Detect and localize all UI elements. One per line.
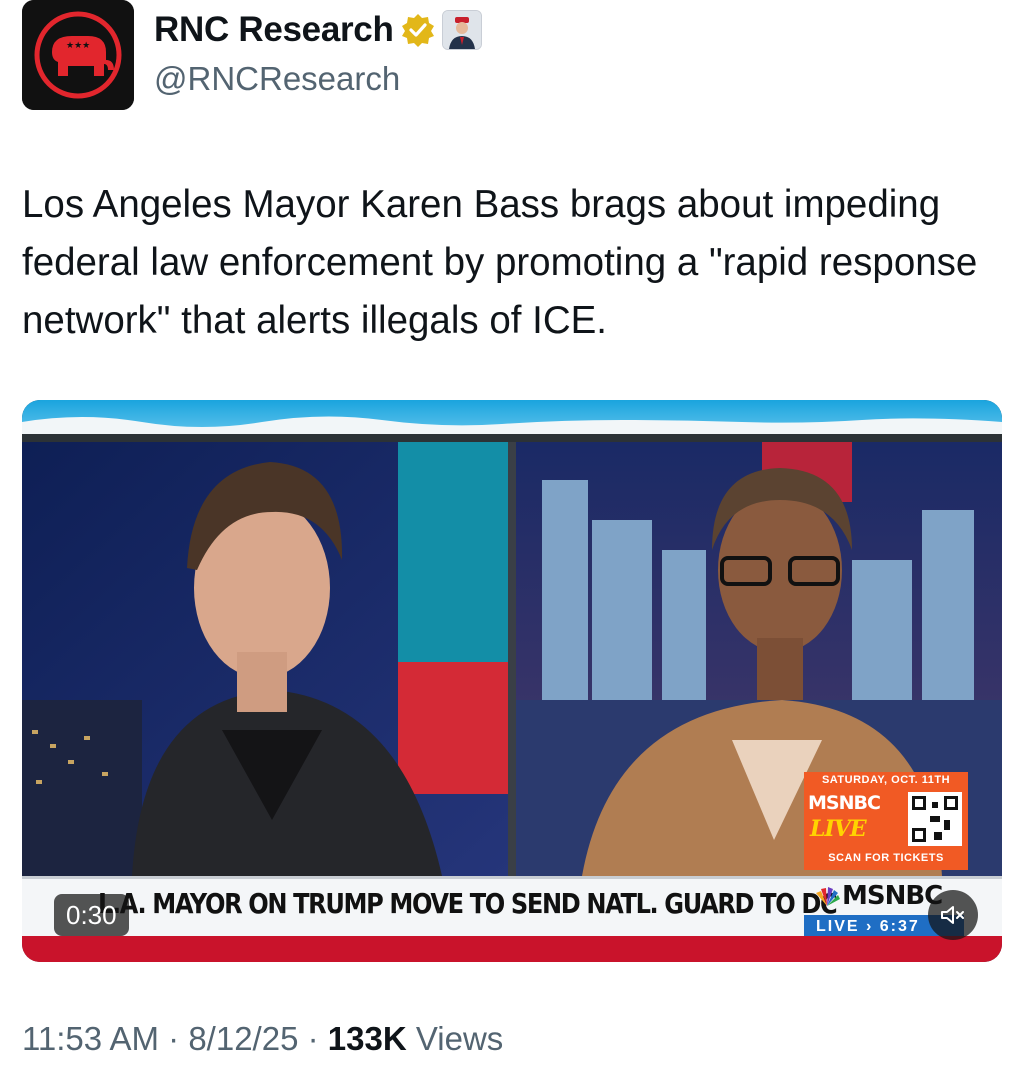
speaker-muted-icon bbox=[941, 906, 964, 924]
meta-separator: · bbox=[307, 1020, 328, 1057]
qr-code-icon bbox=[908, 792, 962, 846]
promo-date: SATURDAY, OCT. 11TH bbox=[821, 774, 951, 786]
network-logo: MSNBC bbox=[812, 881, 943, 911]
gop-elephant-logo-icon: ★★★ bbox=[22, 0, 134, 110]
peacock-icon bbox=[816, 887, 840, 906]
network-logo-text: MSNBC bbox=[842, 881, 943, 911]
promo-scan-text: SCAN FOR TICKETS bbox=[828, 852, 944, 864]
tweet-meta: 11:53 AM · 8/12/25 · 133K Views bbox=[22, 1020, 503, 1058]
tweet-date[interactable]: 8/12/25 bbox=[188, 1020, 298, 1057]
tweet-text: Los Angeles Mayor Karen Bass brags about… bbox=[22, 183, 978, 342]
promo-brand: MSNBC bbox=[808, 792, 881, 814]
chyron-red-band bbox=[22, 936, 1002, 962]
author-handle[interactable]: @RNCResearch bbox=[154, 60, 400, 98]
views-count[interactable]: 133K bbox=[328, 1020, 407, 1057]
author-display-name[interactable]: RNC Research bbox=[154, 10, 394, 50]
verified-badge-icon[interactable] bbox=[400, 12, 436, 48]
affiliate-badge-icon[interactable] bbox=[441, 10, 482, 50]
chyron-headline: L.A. MAYOR ON TRUMP MOVE TO SEND NATL. G… bbox=[98, 887, 838, 920]
views-label: Views bbox=[415, 1020, 504, 1057]
meta-separator: · bbox=[168, 1020, 189, 1057]
mute-button[interactable] bbox=[928, 890, 978, 940]
video-timestamp: 0:30 bbox=[54, 894, 129, 936]
svg-text:★★★: ★★★ bbox=[66, 41, 90, 51]
promo-live-text: LIVE bbox=[810, 816, 867, 842]
chyron-bar: L.A. MAYOR ON TRUMP MOVE TO SEND NATL. G… bbox=[22, 876, 1002, 939]
author-avatar[interactable]: ★★★ bbox=[22, 0, 134, 110]
chyron-text: MAYOR ON TRUMP MOVE TO SEND NATL. GUARD … bbox=[152, 887, 837, 920]
video-player[interactable]: SATURDAY, OCT. 11TH MSNBC LIVE SCAN FOR … bbox=[22, 400, 1002, 962]
author-name-row: RNC Research bbox=[154, 10, 482, 50]
tweet-time[interactable]: 11:53 AM bbox=[22, 1020, 159, 1057]
tweet-header: ★★★ RNC Research @RNCResearch bbox=[22, 0, 1002, 112]
promo-box: SATURDAY, OCT. 11TH MSNBC LIVE SCAN FOR … bbox=[804, 772, 968, 870]
